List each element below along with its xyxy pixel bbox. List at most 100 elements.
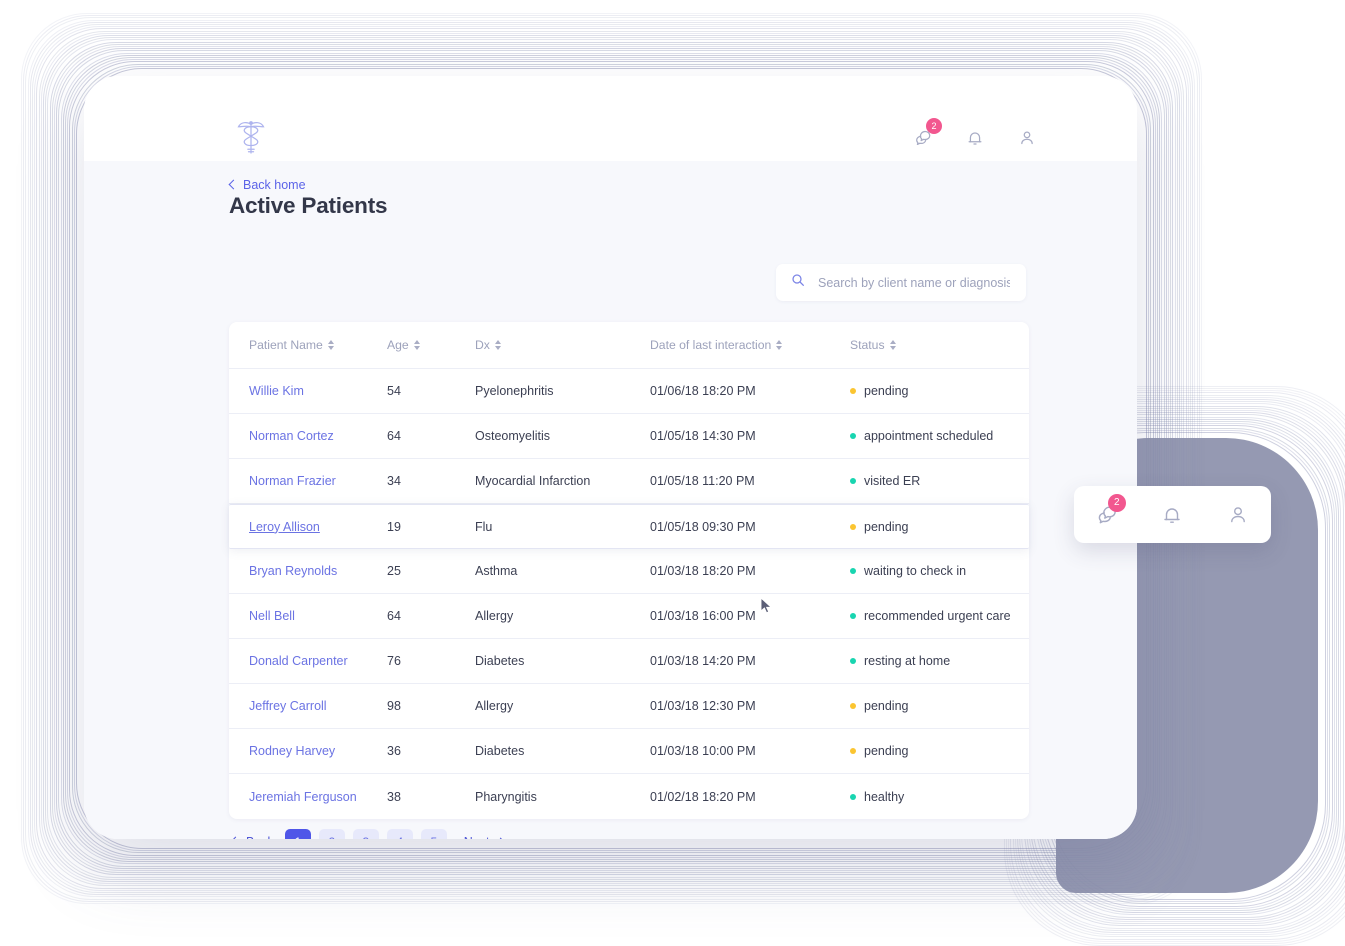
table-row[interactable]: Jeremiah Ferguson 38 Pharyngitis 01/02/18 1… <box>229 774 1029 819</box>
table-row[interactable]: Bryan Reynolds 25 Asthma 01/03/18 18:20 PM w… <box>229 549 1029 594</box>
status-cell: pending <box>850 384 1029 398</box>
user-account-icon[interactable] <box>1221 498 1255 532</box>
sort-arrows-icon[interactable] <box>494 340 501 350</box>
table-row[interactable]: Norman Frazier 34 Myocardial Infarction 01/… <box>229 459 1029 504</box>
notifications-bell-icon[interactable] <box>961 124 989 152</box>
search-icon <box>790 272 806 293</box>
patient-name-link[interactable]: Norman Frazier <box>249 474 336 488</box>
table-row[interactable]: Jeffrey Carroll 98 Allergy 01/03/18 12:30 P… <box>229 684 1029 729</box>
messages-icon[interactable]: 2 <box>909 118 942 152</box>
status-dot-icon <box>850 793 856 800</box>
table-row[interactable]: Willie Kim 54 Pyelonephritis 01/06/18 18:20… <box>229 369 1029 414</box>
status-cell: pending <box>850 699 1029 713</box>
status-label: visited ER <box>864 474 921 488</box>
notifications-bell-icon[interactable] <box>1155 498 1189 532</box>
table-row[interactable]: Rodney Harvey 36 Diabetes 01/03/18 10:00 PM… <box>229 729 1029 774</box>
last-interaction-date-cell: 01/05/18 11:20 PM <box>650 474 755 488</box>
sort-arrows-icon[interactable] <box>776 340 783 350</box>
table-row[interactable]: Donald Carpenter 76 Diabetes 01/03/18 14:20… <box>229 639 1029 684</box>
patient-age-cell: 76 <box>387 654 401 668</box>
status-dot-icon <box>850 658 856 664</box>
status-dot-icon <box>850 613 856 619</box>
user-account-icon[interactable] <box>1013 124 1041 152</box>
column-header-label: Date of last interaction <box>650 338 772 352</box>
status-cell: appointment scheduled <box>850 429 1029 443</box>
table-row[interactable]: Leroy Allison 19 Flu 01/05/18 09:30 PM pendi… <box>229 504 1029 549</box>
column-header-dx[interactable]: Dx <box>475 338 650 352</box>
sort-arrows-icon[interactable] <box>889 340 896 350</box>
status-cell: resting at home <box>850 654 1029 668</box>
patient-name-link[interactable]: Leroy Allison <box>249 520 320 534</box>
sort-arrows-icon[interactable] <box>327 340 334 350</box>
patients-table: Patient Name Age Dx Date of last interactio… <box>229 322 1029 819</box>
column-header-age[interactable]: Age <box>387 338 475 352</box>
last-interaction-date-cell: 01/06/18 18:20 PM <box>650 384 756 398</box>
patient-name-cell[interactable]: Jeffrey Carroll <box>249 699 387 713</box>
search-input[interactable] <box>816 274 1012 291</box>
patient-name-link[interactable]: Norman Cortez <box>249 429 334 443</box>
header-icon-group: 2 <box>909 118 1041 152</box>
sort-arrows-icon[interactable] <box>413 340 420 350</box>
patient-diagnosis-cell: Asthma <box>475 564 518 578</box>
column-header-label: Age <box>387 338 409 352</box>
pagination-back-button[interactable]: Back <box>229 835 277 839</box>
table-row[interactable]: Norman Cortez 64 Osteomyelitis 01/05/18 14:… <box>229 414 1029 459</box>
patient-name-link[interactable]: Willie Kim <box>249 384 304 398</box>
patient-name-cell[interactable]: Willie Kim <box>249 384 387 398</box>
pagination-page-5[interactable]: 5 <box>420 829 447 839</box>
status-cell: pending <box>850 744 1029 758</box>
status-label: healthy <box>864 789 905 804</box>
last-interaction-date-cell: 01/03/18 10:00 PM <box>650 744 756 758</box>
patient-name-cell[interactable]: Jeremiah Ferguson <box>249 790 387 804</box>
patient-age-cell: 64 <box>387 429 401 443</box>
app-header: 2 <box>84 76 1137 161</box>
column-header-status[interactable]: Status <box>850 338 1029 352</box>
app-window: 2 Back home Active Patients Search by cl… <box>84 76 1137 839</box>
floating-icon-chip: 2 <box>1074 486 1271 543</box>
pagination-page-2[interactable]: 2 <box>318 829 345 839</box>
status-cell: visited ER <box>850 474 1029 488</box>
patient-name-cell[interactable]: Bryan Reynolds <box>249 564 387 578</box>
last-interaction-date-cell: 01/03/18 16:00 PM <box>650 609 756 623</box>
column-header-date-of-last-interaction[interactable]: Date of last interaction <box>650 338 850 352</box>
pagination-page-4[interactable]: 4 <box>386 829 413 839</box>
search-bar[interactable] <box>776 264 1026 301</box>
status-label: waiting to check in <box>864 564 967 578</box>
patient-diagnosis-cell: Allergy <box>475 609 514 623</box>
status-cell: waiting to check in <box>850 564 1029 578</box>
patient-name-link[interactable]: Bryan Reynolds <box>249 564 337 578</box>
status-label: pending <box>864 519 909 534</box>
last-interaction-date-cell: 01/03/18 18:20 PM <box>650 564 756 578</box>
patient-name-cell[interactable]: Leroy Allison <box>249 520 387 534</box>
table-row[interactable]: Nell Bell 64 Allergy 01/03/18 16:00 PM recom… <box>229 594 1029 639</box>
patient-name-cell[interactable]: Donald Carpenter <box>249 654 387 668</box>
page-title: Active Patients <box>229 193 388 218</box>
chevron-right-icon <box>495 837 505 839</box>
patient-name-link[interactable]: Donald Carpenter <box>249 654 348 668</box>
patient-age-cell: 25 <box>387 564 401 578</box>
patient-diagnosis-cell: Allergy <box>475 699 514 713</box>
patient-name-link[interactable]: Jeremiah Ferguson <box>249 790 357 804</box>
pagination-next-button[interactable]: Next <box>461 835 507 839</box>
back-home-link[interactable]: Back home <box>228 178 306 192</box>
table-body: Willie Kim 54 Pyelonephritis 01/06/18 18:20… <box>229 369 1029 819</box>
patient-name-link[interactable]: Rodney Harvey <box>249 744 335 758</box>
column-header-label: Status <box>850 338 885 352</box>
patient-name-link[interactable]: Nell Bell <box>249 609 295 623</box>
patient-diagnosis-cell: Myocardial Infarction <box>475 474 591 488</box>
column-header-patient-name[interactable]: Patient Name <box>249 338 387 352</box>
patient-name-cell[interactable]: Rodney Harvey <box>249 744 387 758</box>
patient-name-link[interactable]: Jeffrey Carroll <box>249 699 327 713</box>
patient-age-cell: 34 <box>387 474 401 488</box>
status-label: pending <box>864 384 909 398</box>
patient-age-cell: 64 <box>387 609 401 623</box>
patient-name-cell[interactable]: Norman Frazier <box>249 474 387 488</box>
status-label: resting at home <box>864 654 951 668</box>
patient-name-cell[interactable]: Nell Bell <box>249 609 387 623</box>
pagination-page-1[interactable]: 1 <box>284 829 311 839</box>
back-home-label: Back home <box>243 178 306 192</box>
patient-name-cell[interactable]: Norman Cortez <box>249 429 387 443</box>
last-interaction-date-cell: 01/02/18 18:20 PM <box>650 789 756 804</box>
messages-icon[interactable]: 2 <box>1090 493 1126 532</box>
pagination-page-3[interactable]: 3 <box>352 829 379 839</box>
